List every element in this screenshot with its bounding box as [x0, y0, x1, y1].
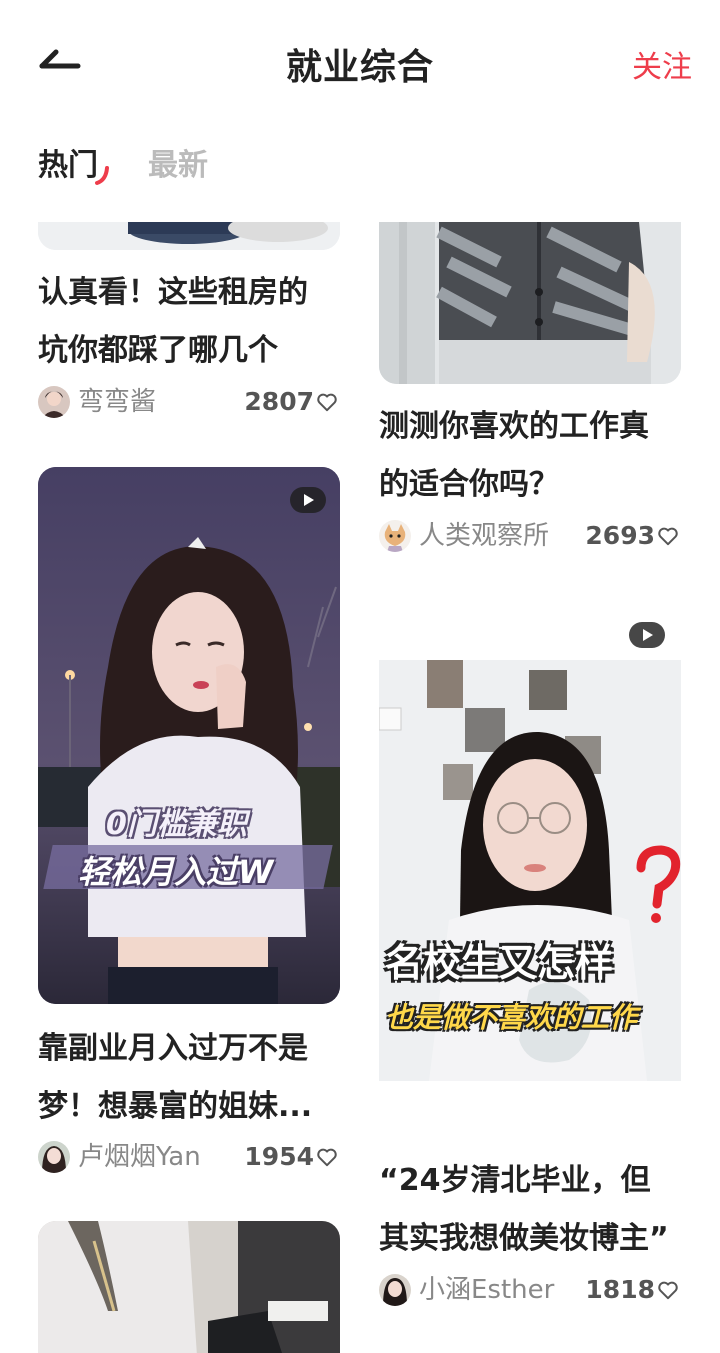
post-title-line: 测测你喜欢的工作真 [379, 409, 649, 444]
heart-icon [317, 393, 337, 412]
author-name[interactable]: 卢烟烟Yan [78, 1139, 201, 1175]
author-name[interactable]: 弯弯酱 [78, 384, 156, 420]
author-name[interactable]: 人类观察所 [419, 518, 549, 554]
like-count: 2807 [244, 387, 314, 416]
post-card-4[interactable]: 名校生又怎样 也是做不喜欢的工作 “24岁清北毕业，但 其实我想做美妆博主” 小… [379, 610, 681, 1310]
avatar[interactable] [379, 1274, 411, 1306]
like-button[interactable]: 2807 [244, 384, 338, 420]
post-meta: 弯弯酱 2807 [38, 384, 340, 424]
like-count: 1818 [585, 1275, 655, 1304]
page-title: 就业综合 [285, 47, 434, 88]
post-title-line: 的适合你吗？ [379, 467, 559, 502]
cover-caption: 轻松月入过W [78, 853, 274, 891]
video-play-icon [290, 487, 326, 513]
post-meta: 小涵Esther 1818 [379, 1272, 681, 1312]
post-title-line: “24岁清北毕业，但 [379, 1163, 651, 1198]
tab-latest[interactable]: 最新 [148, 140, 208, 184]
post-cover-image[interactable] [38, 1221, 340, 1353]
post-cover-image[interactable]: 名校生又怎样 也是做不喜欢的工作 [379, 660, 681, 1081]
top-bar: 就业综合 关注 [0, 0, 720, 130]
post-card-1[interactable]: 认真看！这些租房的 坑你都踩了哪几个 弯弯酱 2807 [38, 222, 340, 422]
post-meta: 卢烟烟Yan 1954 [38, 1139, 340, 1179]
cover-caption: 0门槛兼职 [106, 807, 247, 842]
avatar[interactable] [38, 386, 70, 418]
post-card-2[interactable]: 测测你喜欢的工作真 的适合你吗？ 人类观察所 2693 [379, 222, 681, 562]
video-play-icon [629, 622, 665, 648]
post-title-line: 认真看！这些租房的 [38, 275, 308, 310]
like-button[interactable]: 1818 [585, 1272, 679, 1308]
avatar[interactable] [38, 1141, 70, 1173]
post-title-line: 梦！想暴富的姐妹... [38, 1089, 313, 1124]
cover-caption: 名校生又怎样 [385, 941, 614, 985]
post-title-line: 其实我想做美妆博主” [379, 1221, 669, 1256]
like-count: 2693 [585, 521, 655, 550]
author-name[interactable]: 小涵Esther [419, 1272, 554, 1308]
like-button[interactable]: 2693 [585, 518, 679, 554]
post-card-3[interactable]: 0门槛兼职 轻松月入过W 靠副业月入过万不是 梦！想暴富的姐妹... 卢烟烟Ya… [38, 467, 340, 1187]
like-count: 1954 [244, 1142, 314, 1171]
post-cover-image[interactable] [379, 222, 681, 384]
like-button[interactable]: 1954 [244, 1139, 338, 1175]
heart-icon [317, 1148, 337, 1167]
post-cover-image[interactable] [38, 222, 340, 250]
post-title-line: 坑你都踩了哪几个 [38, 333, 278, 368]
tab-hot[interactable]: 热门 [38, 140, 98, 184]
post-card-5[interactable] [38, 1221, 340, 1353]
app-page: 就业综合 关注 热门 最新 认真看！这些租房的 坑你都踩了哪几个 弯弯酱 280… [0, 0, 720, 1353]
follow-button[interactable]: 关注 [632, 42, 692, 86]
heart-icon [658, 1281, 678, 1300]
heart-icon [658, 527, 678, 546]
avatar[interactable] [379, 520, 411, 552]
post-cover-image[interactable]: 0门槛兼职 轻松月入过W [38, 467, 340, 1004]
cover-caption: 也是做不喜欢的工作 [385, 1001, 638, 1034]
active-tab-indicator [95, 166, 109, 185]
post-title-line: 靠副业月入过万不是 [38, 1031, 308, 1066]
post-meta: 人类观察所 2693 [379, 518, 681, 558]
